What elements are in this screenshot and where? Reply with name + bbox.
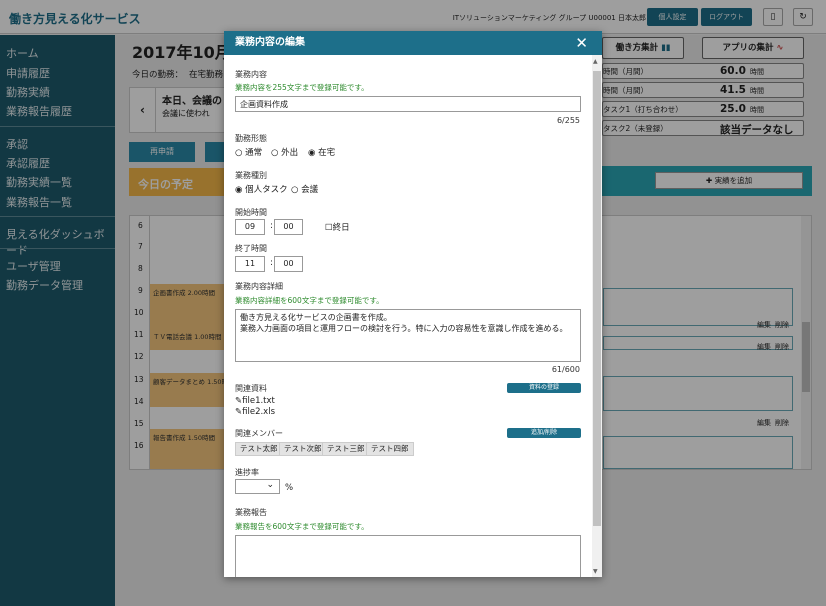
member-tag: テスト次郎 [279, 442, 327, 456]
checkbox-icon: ☐ [325, 223, 333, 233]
detail-label: 業務内容詳細 [235, 282, 283, 291]
modal-header: 業務内容の編集 ✕ [224, 31, 602, 55]
modal-title: 業務内容の編集 [235, 37, 305, 48]
close-icon[interactable]: ✕ [575, 31, 588, 55]
work-type-label: 業務種別 [235, 171, 267, 180]
progress-unit: % [285, 483, 294, 493]
file-link[interactable]: ✎file1.txt [235, 396, 275, 406]
detail-char-count: 61/600 [551, 365, 580, 374]
progress-label: 進捗率 [235, 468, 259, 477]
content-char-count: 6/255 [556, 116, 580, 125]
end-hour-input[interactable]: 11 [235, 256, 265, 272]
file-link[interactable]: ✎file2.xls [235, 407, 275, 417]
detail-line: 業務入力画面の項目と運用フローの検討を行う。特に入力の容易性を意識し作成を進める… [240, 324, 568, 333]
radio-work-form-home[interactable]: ◉ 在宅 [308, 146, 335, 158]
start-time-label: 開始時間 [235, 208, 267, 217]
allday-label: 終日 [332, 223, 350, 233]
end-time-label: 終了時間 [235, 244, 267, 253]
files-label: 関連資料 [235, 384, 267, 393]
modal-body: 業務内容 業務内容を255文字まで登録可能です。 企画資料作成 6/255 勤務… [224, 55, 592, 577]
member-tag: テスト太郎 [235, 442, 283, 456]
modal-scrollbar-thumb[interactable] [593, 71, 601, 526]
file-name: file2.xls [242, 407, 276, 417]
add-remove-members-button[interactable]: 追加/削除 [507, 428, 581, 438]
members-label: 関連メンバー [235, 429, 283, 438]
detail-line: 働き方見える化サービスの企画書を作成。 [240, 313, 392, 322]
radio-work-type-meeting[interactable]: ○ 会議 [291, 183, 318, 195]
scroll-up-icon[interactable]: ▲ [593, 58, 598, 65]
radio-label: 外出 [281, 148, 299, 158]
file-name: file1.txt [242, 396, 275, 406]
register-files-button[interactable]: 資料の登録 [507, 383, 581, 393]
chevron-down-icon: ⌄ [266, 480, 274, 490]
radio-work-form-normal[interactable]: ○ 通常 [235, 146, 262, 158]
member-tag: テスト三郎 [322, 442, 370, 456]
content-hint: 業務内容を255文字まで登録可能です。 [235, 83, 369, 92]
radio-work-type-personal[interactable]: ◉ 個人タスク [235, 183, 288, 195]
work-form-label: 勤務形態 [235, 134, 267, 143]
edit-task-modal: 業務内容の編集 ✕ 業務内容 業務内容を255文字まで登録可能です。 企画資料作… [224, 31, 602, 577]
time-separator: : [270, 221, 273, 231]
allday-checkbox[interactable]: ☐終日 [325, 221, 350, 233]
report-textarea[interactable] [235, 535, 581, 577]
radio-label: 在宅 [318, 148, 336, 158]
progress-select[interactable]: ⌄ [235, 479, 280, 494]
time-separator: : [270, 258, 273, 268]
content-label: 業務内容 [235, 70, 267, 79]
start-minute-input[interactable]: 00 [274, 219, 303, 235]
radio-label: 会議 [301, 185, 319, 195]
detail-textarea[interactable]: 働き方見える化サービスの企画書を作成。 業務入力画面の項目と運用フローの検討を行… [235, 309, 581, 362]
scroll-down-icon[interactable]: ▼ [593, 568, 598, 575]
radio-unchecked-icon: ○ [271, 148, 279, 158]
radio-checked-icon: ◉ [308, 148, 316, 158]
radio-unchecked-icon: ○ [235, 148, 243, 158]
end-minute-input[interactable]: 00 [274, 256, 303, 272]
start-hour-input[interactable]: 09 [235, 219, 265, 235]
report-hint: 業務報告を600文字まで登録可能です。 [235, 522, 369, 531]
radio-label: 個人タスク [245, 185, 288, 195]
content-input[interactable]: 企画資料作成 [235, 96, 581, 112]
report-label: 業務報告 [235, 508, 267, 517]
member-tag: テスト四郎 [366, 442, 414, 456]
radio-unchecked-icon: ○ [291, 185, 299, 195]
radio-checked-icon: ◉ [235, 185, 243, 195]
radio-label: 通常 [245, 148, 263, 158]
detail-hint: 業務内容詳細を600文字まで登録可能です。 [235, 296, 384, 305]
radio-work-form-out[interactable]: ○ 外出 [271, 146, 298, 158]
